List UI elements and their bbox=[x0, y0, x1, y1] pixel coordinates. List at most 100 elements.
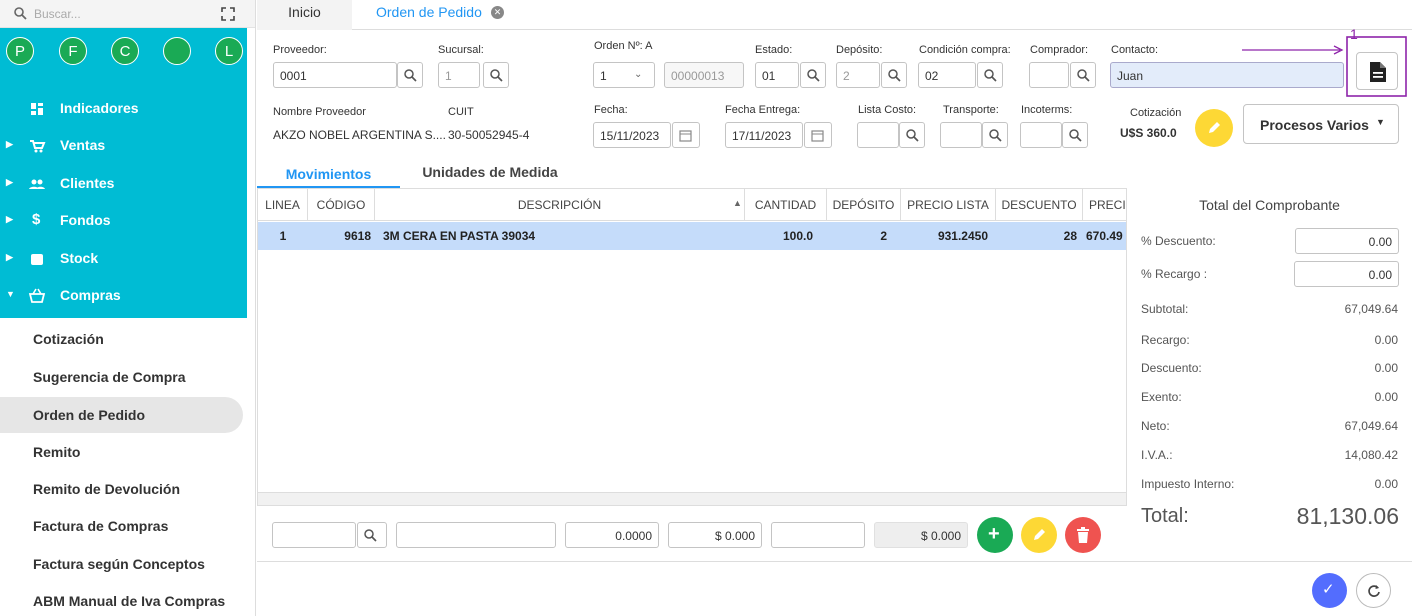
deposito-input[interactable]: 2 bbox=[836, 62, 880, 88]
cell-cantidad: 100.0 bbox=[782, 229, 813, 243]
contacto-label: Contacto: bbox=[1111, 44, 1159, 56]
edit-cotizacion-button[interactable] bbox=[1195, 109, 1233, 147]
shortcut-f[interactable]: F bbox=[59, 37, 87, 65]
cell-descripcion: 3M CERA EN PASTA 39034 bbox=[383, 229, 536, 243]
column-header[interactable]: LINEA bbox=[258, 189, 308, 221]
trash-icon bbox=[1077, 527, 1089, 543]
entry-descripcion-input[interactable] bbox=[396, 522, 556, 548]
column-header[interactable]: DESCRIPCIÓN ▲ bbox=[375, 189, 745, 221]
document-button[interactable] bbox=[1356, 52, 1398, 90]
total-line-label: Exento: bbox=[1141, 390, 1182, 404]
nav-fondos[interactable]: ▶ $ Fondos bbox=[0, 202, 247, 239]
entry-cantidad-input[interactable]: 0.0000 bbox=[565, 522, 659, 548]
tab-movimientos[interactable]: Movimientos bbox=[257, 160, 400, 188]
incoterms-label: Incoterms: bbox=[1021, 104, 1073, 116]
proveedor-input[interactable]: 0001 bbox=[273, 62, 397, 88]
estado-label: Estado: bbox=[755, 44, 793, 56]
nav-stock[interactable]: ▶ Stock bbox=[0, 240, 247, 277]
entry-codigo-input[interactable] bbox=[272, 522, 356, 548]
shortcut-blank[interactable] bbox=[163, 37, 191, 65]
menu-remito-devolucion[interactable]: Remito de Devolución bbox=[0, 471, 243, 507]
refresh-button[interactable] bbox=[1356, 573, 1391, 608]
shortcut-p[interactable]: P bbox=[6, 37, 34, 65]
nav-label: Compras bbox=[60, 287, 121, 303]
incoterms-search-button[interactable] bbox=[1062, 122, 1088, 148]
tab-orden-pedido[interactable]: Orden de Pedido ✕ bbox=[362, 0, 532, 30]
incoterms-input[interactable] bbox=[1020, 122, 1062, 148]
close-icon[interactable]: ✕ bbox=[491, 6, 504, 19]
comprador-search-button[interactable] bbox=[1070, 62, 1096, 88]
menu-factura-compras[interactable]: Factura de Compras bbox=[0, 508, 243, 544]
basket-icon bbox=[28, 288, 46, 303]
total-line-label: I.V.A.: bbox=[1141, 448, 1173, 462]
sucursal-input[interactable]: 1 bbox=[438, 62, 480, 88]
fecha-entrega-input[interactable]: 17/11/2023 bbox=[725, 122, 803, 148]
comprador-input[interactable] bbox=[1029, 62, 1069, 88]
lista-costo-input[interactable] bbox=[857, 122, 899, 148]
fecha-entrega-calendar-button[interactable] bbox=[804, 122, 832, 148]
horizontal-scrollbar[interactable] bbox=[258, 492, 1126, 505]
confirm-button[interactable]: ✓ bbox=[1312, 573, 1347, 608]
entry-precio-input[interactable]: $ 0.000 bbox=[668, 522, 762, 548]
edit-line-button[interactable] bbox=[1021, 517, 1057, 553]
procesos-varios-button[interactable]: Procesos Varios ▼ bbox=[1243, 104, 1399, 144]
column-header[interactable]: DEPÓSITO bbox=[827, 189, 901, 221]
column-header[interactable]: PRECI bbox=[1083, 189, 1126, 221]
estado-search-button[interactable] bbox=[800, 62, 826, 88]
lista-costo-search-button[interactable] bbox=[899, 122, 925, 148]
detail-tabs: Movimientos Unidades de Medida bbox=[257, 160, 1127, 188]
shortcut-l[interactable]: L bbox=[215, 37, 243, 65]
search-icon bbox=[404, 69, 417, 82]
menu-cotizacion[interactable]: Cotización bbox=[0, 321, 243, 357]
transporte-search-button[interactable] bbox=[982, 122, 1008, 148]
pencil-icon bbox=[1034, 529, 1045, 540]
table-row[interactable]: 1 9618 3M CERA EN PASTA 39034 100.0 2 93… bbox=[258, 222, 1126, 250]
search-icon bbox=[364, 529, 377, 542]
tab-unidades-medida[interactable]: Unidades de Medida bbox=[400, 160, 580, 188]
delete-line-button[interactable] bbox=[1065, 517, 1101, 553]
total-line-value: 14,080.42 bbox=[1344, 448, 1398, 462]
recargo-pct-input[interactable]: 0.00 bbox=[1294, 261, 1399, 287]
tab-inicio[interactable]: Inicio bbox=[257, 0, 352, 30]
entry-search-button[interactable] bbox=[357, 522, 387, 548]
nav-ventas[interactable]: ▶ Ventas bbox=[0, 127, 247, 164]
menu-orden-pedido[interactable]: Orden de Pedido bbox=[0, 397, 243, 433]
estado-input[interactable]: 01 bbox=[755, 62, 799, 88]
orden-label: Orden Nº: A bbox=[594, 40, 653, 52]
search-icon bbox=[989, 129, 1002, 142]
sidebar-search[interactable]: Buscar... bbox=[0, 0, 255, 28]
chevron-right-icon: ▶ bbox=[6, 139, 13, 149]
descuento-pct-input[interactable]: 0.00 bbox=[1295, 228, 1399, 254]
cell-precio-lista: 931.2450 bbox=[937, 229, 988, 243]
condicion-input[interactable]: 02 bbox=[918, 62, 976, 88]
menu-sugerencia-compra[interactable]: Sugerencia de Compra bbox=[0, 359, 243, 395]
search-icon bbox=[906, 129, 919, 142]
add-line-button[interactable]: + bbox=[977, 517, 1013, 553]
sucursal-search-button[interactable] bbox=[483, 62, 509, 88]
menu-factura-conceptos[interactable]: Factura según Conceptos bbox=[0, 546, 243, 582]
fecha-input[interactable]: 15/11/2023 bbox=[593, 122, 671, 148]
nav-compras[interactable]: ▼ Compras bbox=[0, 277, 247, 314]
cotizacion-value: U$S 360.0 bbox=[1120, 126, 1177, 140]
fecha-calendar-button[interactable] bbox=[672, 122, 700, 148]
shortcut-c[interactable]: C bbox=[111, 37, 139, 65]
column-header[interactable]: PRECIO LISTA bbox=[901, 189, 996, 221]
fullscreen-icon[interactable] bbox=[221, 7, 235, 21]
orden-letter-select[interactable]: 1 ⌄ bbox=[593, 62, 655, 88]
nav-indicadores[interactable]: Indicadores bbox=[0, 90, 247, 127]
sucursal-label: Sucursal: bbox=[438, 44, 484, 56]
column-header[interactable]: DESCUENTO bbox=[996, 189, 1083, 221]
transporte-input[interactable] bbox=[940, 122, 982, 148]
total-value: 81,130.06 bbox=[1296, 503, 1399, 529]
menu-remito[interactable]: Remito bbox=[0, 434, 243, 470]
proveedor-search-button[interactable] bbox=[397, 62, 423, 88]
cell-descuento: 28 bbox=[1063, 229, 1077, 243]
column-header[interactable]: CANTIDAD bbox=[745, 189, 827, 221]
column-header[interactable]: CÓDIGO bbox=[308, 189, 375, 221]
deposito-search-button[interactable] bbox=[881, 62, 907, 88]
search-icon bbox=[490, 69, 503, 82]
entry-descuento-input[interactable] bbox=[771, 522, 865, 548]
condicion-search-button[interactable] bbox=[977, 62, 1003, 88]
menu-abm-iva-compras[interactable]: ABM Manual de Iva Compras bbox=[0, 583, 243, 616]
nav-clientes[interactable]: ▶ Clientes bbox=[0, 165, 247, 202]
